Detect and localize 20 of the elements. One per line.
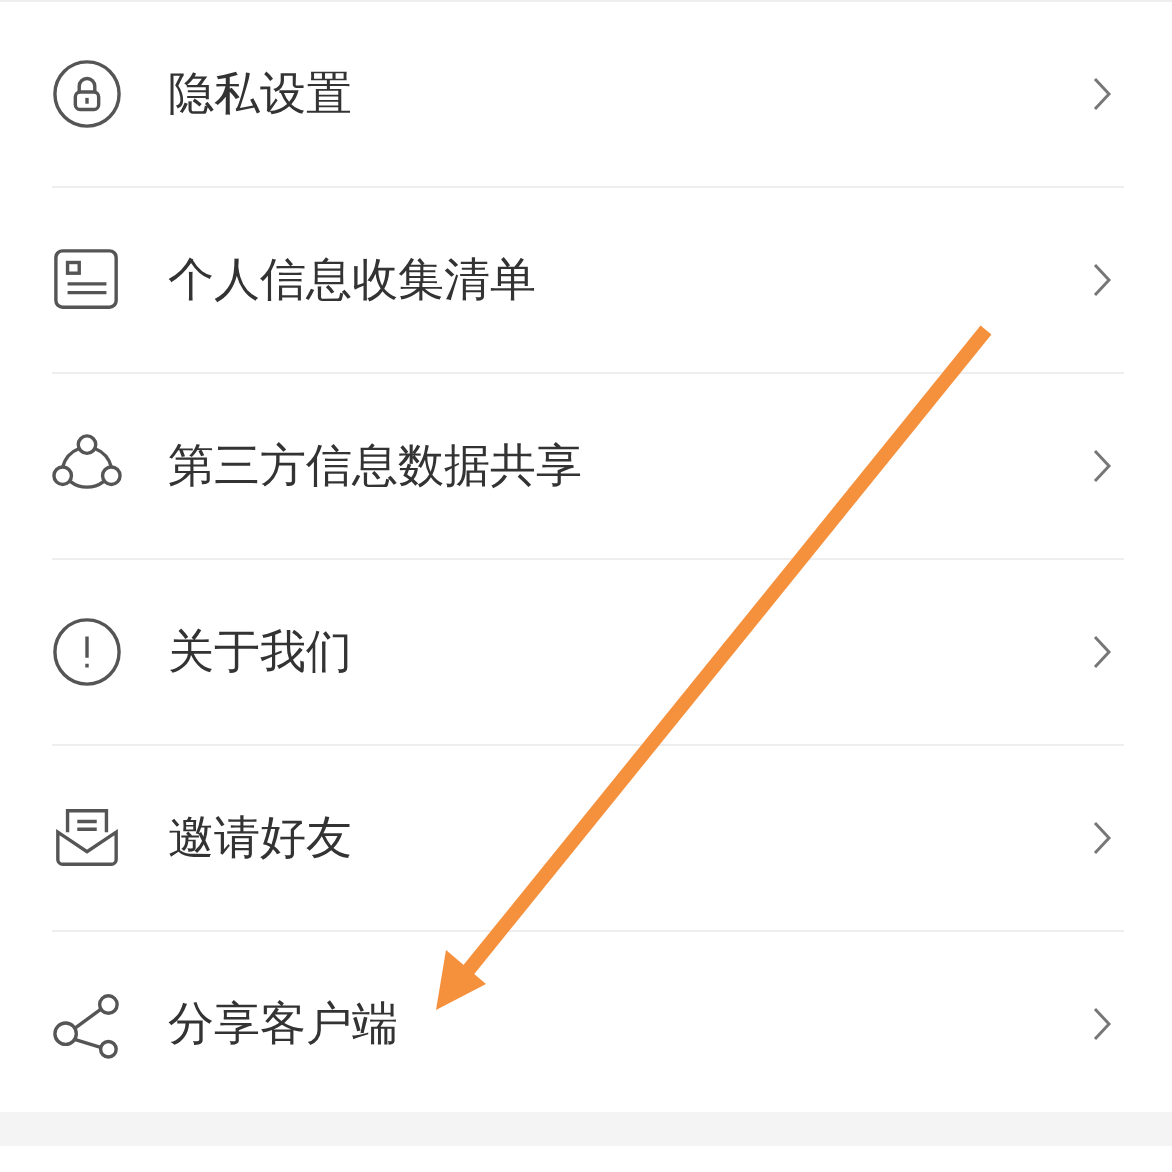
chevron-icon bbox=[1092, 262, 1112, 298]
menu-item[interactable]: 个人信息收集清单 bbox=[52, 188, 1124, 374]
chevron-icon bbox=[1092, 634, 1112, 670]
menu-label: 分享客户端 bbox=[168, 995, 399, 1052]
menu-item[interactable]: 关于我们 bbox=[52, 560, 1124, 746]
menu-item[interactable]: 分享客户端 bbox=[52, 932, 1124, 1116]
info-icon bbox=[52, 617, 122, 687]
menu-item[interactable]: 第三方信息数据共享 bbox=[52, 374, 1124, 560]
menu-item[interactable]: 隐私设置 bbox=[52, 2, 1124, 188]
menu-label: 第三方信息数据共享 bbox=[168, 437, 583, 494]
lock-icon bbox=[52, 59, 122, 129]
chevron-icon bbox=[1092, 820, 1112, 856]
chevron-icon bbox=[1092, 76, 1112, 112]
chevron-icon bbox=[1092, 448, 1112, 484]
menu-item[interactable]: 邀请好友 bbox=[52, 746, 1124, 932]
menu-label: 邀请好友 bbox=[168, 809, 353, 866]
chevron-icon bbox=[1092, 1006, 1112, 1042]
menu-label: 个人信息收集清单 bbox=[168, 251, 537, 308]
menu-label: 关于我们 bbox=[168, 623, 353, 680]
menu-label: 隐私设置 bbox=[168, 65, 353, 122]
